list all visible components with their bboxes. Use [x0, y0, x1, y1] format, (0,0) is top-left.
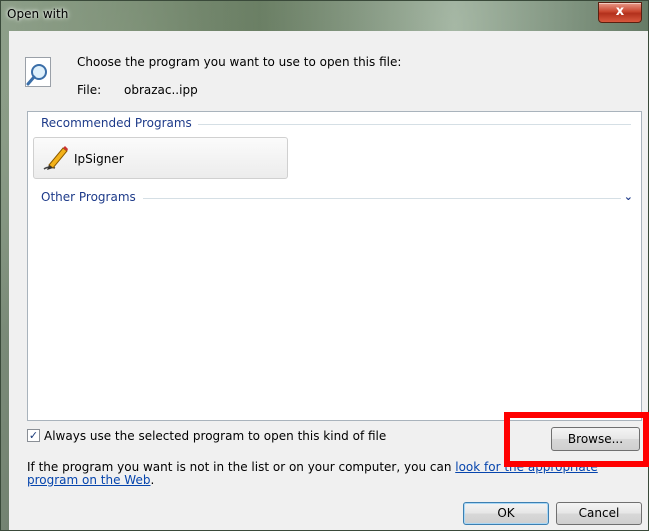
always-use-label: Always use the selected program to open … [44, 429, 387, 443]
program-item-ipsigner[interactable]: IpSigner [33, 137, 288, 179]
other-divider [143, 198, 621, 199]
program-label: IpSigner [74, 152, 124, 166]
close-icon: x [615, 4, 625, 19]
instruction-text: Choose the program you want to use to op… [77, 55, 402, 69]
ok-button[interactable]: OK [463, 502, 549, 525]
dialog-header: Choose the program you want to use to op… [9, 31, 648, 107]
recommended-programs-header: Recommended Programs [41, 116, 192, 130]
title-bar[interactable]: Open with x [1, 1, 648, 29]
window-title: Open with [7, 7, 69, 21]
pen-signer-icon [40, 144, 70, 177]
help-text-body: If the program you want is not in the li… [27, 460, 456, 474]
file-label: File: [77, 83, 102, 97]
recommended-divider [198, 124, 631, 125]
cancel-button[interactable]: Cancel [556, 502, 642, 525]
magnifier-document-icon [25, 57, 51, 87]
help-text-suffix: . [150, 473, 155, 487]
always-use-checkbox[interactable]: ✓ [27, 429, 40, 442]
chevron-down-icon[interactable]: ⌄ [624, 190, 633, 203]
program-list[interactable]: Recommended Programs IpSigner Other Prog… [27, 111, 642, 421]
browse-highlight-box [504, 412, 649, 467]
close-button[interactable]: x [598, 2, 642, 23]
other-programs-header[interactable]: Other Programs [41, 190, 136, 204]
file-name: obrazac..ipp [124, 83, 198, 97]
